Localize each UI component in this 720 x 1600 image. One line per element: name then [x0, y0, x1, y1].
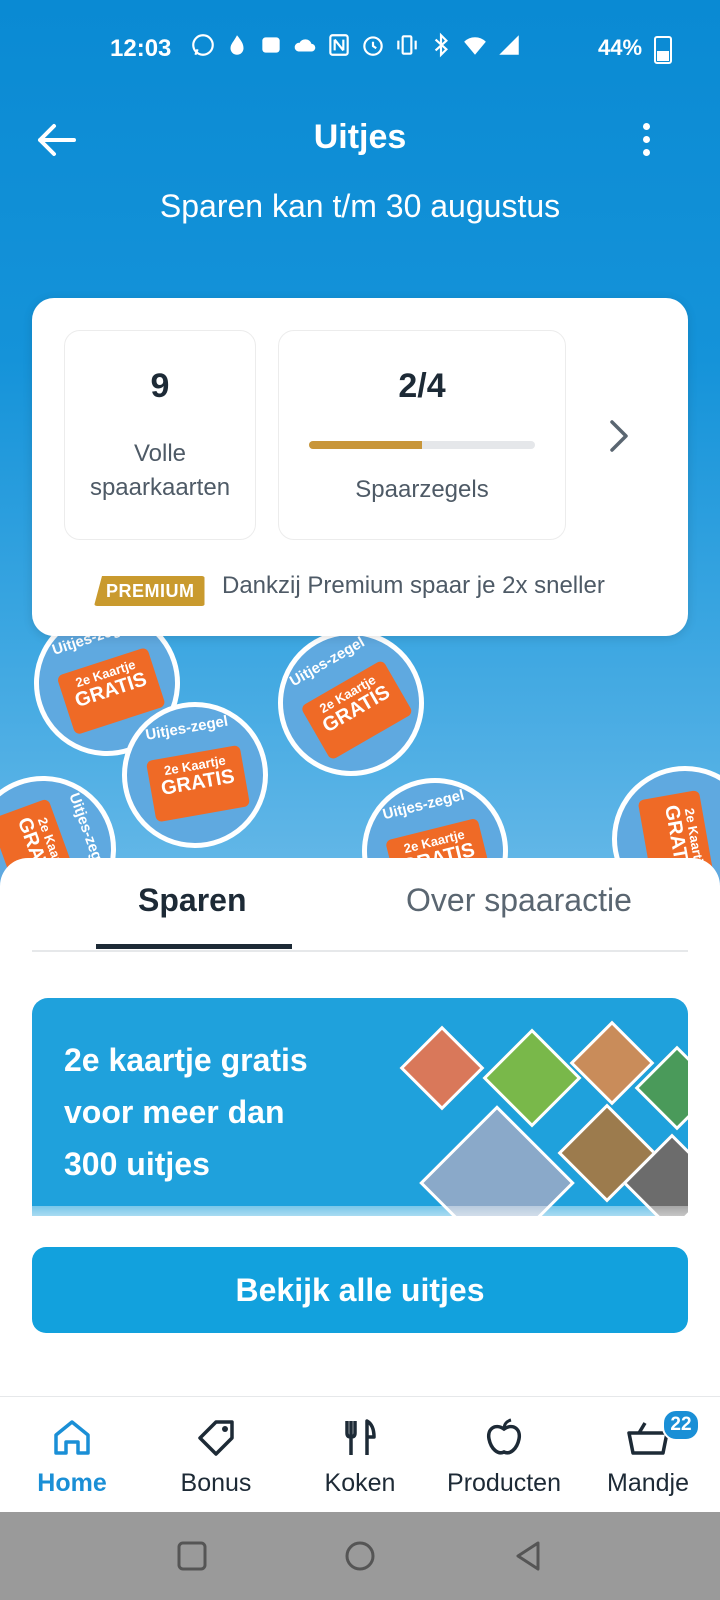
whatsapp-icon [192, 34, 214, 56]
system-navigation-bar [0, 1512, 720, 1600]
banner-text: 2e kaartje gratis voor meer dan 300 uitj… [64, 1042, 308, 1182]
active-tab-indicator [96, 944, 292, 949]
signal-icon [499, 35, 519, 55]
premium-info-text: Dankzij Premium spaar je 2x sneller [222, 572, 605, 599]
savings-summary-card[interactable]: 9 Volle spaarkaarten 2/4 Spaarzegels PRE… [32, 298, 688, 636]
tab-over-spaaractie[interactable]: Over spaaractie [406, 882, 632, 919]
back-button-icon[interactable] [510, 1538, 546, 1574]
flame-icon [230, 35, 244, 55]
savings-deadline: Sparen kan t/m 30 augustus [159, 188, 561, 224]
tab-sparen[interactable]: Sparen [138, 882, 246, 919]
apple-icon [486, 1418, 522, 1455]
wifi-icon [464, 37, 486, 55]
stamps-progress-value: 2/4 [398, 367, 446, 405]
status-bar: 12:03 44% [0, 30, 720, 70]
cloud-icon [294, 39, 316, 52]
nav-bonus[interactable]: Bonus [144, 1397, 288, 1513]
full-cards-tile: 9 Volle spaarkaarten [64, 330, 256, 540]
chevron-right-icon[interactable] [604, 416, 634, 456]
nav-producten[interactable]: Producten [432, 1397, 576, 1513]
home-button-icon[interactable] [342, 1538, 378, 1574]
layers-icon [262, 37, 280, 53]
alarm-icon [363, 36, 383, 56]
full-cards-label: Volle spaarkaarten [89, 440, 231, 501]
top-app-bar: Uitjes [0, 110, 720, 170]
stamps-label: Spaarzegels [355, 476, 489, 503]
bluetooth-icon [434, 32, 448, 58]
nav-koken[interactable]: Koken [288, 1397, 432, 1513]
tab-bar: Sparen Over spaaractie [32, 858, 688, 952]
hero-header: 12:03 44% Uitjes Sparen kan t/m 30 augus… [0, 0, 720, 900]
tag-icon [198, 1420, 234, 1456]
nav-home[interactable]: Home [0, 1397, 144, 1513]
cart-count-badge: 22 [662, 1409, 700, 1441]
bottom-navigation: Home Bonus Koken Producten 22 Mandje [0, 1396, 720, 1513]
fork-knife-icon [345, 1419, 376, 1455]
premium-badge: PREMIUM [94, 576, 205, 606]
full-cards-count: 9 [150, 367, 170, 405]
recent-apps-icon[interactable] [174, 1538, 210, 1574]
vibrate-icon [397, 35, 417, 55]
battery-icon [654, 36, 672, 64]
home-icon [54, 1420, 90, 1455]
attractions-collage [382, 1020, 688, 1216]
nfc-icon [329, 34, 349, 56]
page-title: Uitjes [313, 118, 407, 156]
stamps-progress-fill [309, 441, 422, 449]
more-options-icon[interactable] [636, 120, 656, 160]
stamps-progress-bar [309, 441, 535, 449]
battery-percentage: 44% [598, 35, 643, 60]
view-all-outings-button[interactable]: Bekijk alle uitjes [32, 1247, 688, 1333]
promo-banner[interactable]: 2e kaartje gratis voor meer dan 300 uitj… [32, 998, 688, 1216]
stamps-progress-tile: 2/4 Spaarzegels [278, 330, 566, 540]
status-time: 12:03 [110, 35, 172, 62]
status-icons [190, 32, 522, 58]
nav-mandje[interactable]: 22 Mandje [576, 1397, 720, 1513]
banner-fade [0, 1206, 720, 1234]
